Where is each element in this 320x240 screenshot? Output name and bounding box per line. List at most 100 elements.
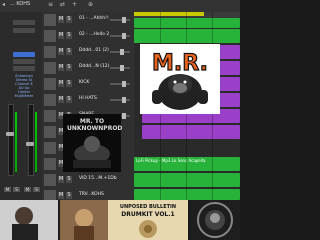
channel-fader-left[interactable] [8, 104, 14, 176]
track-name[interactable]: TRV...KOHS [79, 192, 104, 197]
list-icon[interactable]: ≡ [48, 1, 53, 9]
region-name: ... KOHS [10, 1, 31, 7]
unknownprod-emblem [197, 202, 233, 238]
solo-button[interactable]: S [66, 80, 72, 87]
mute-button[interactable]: M [58, 16, 64, 23]
track-name[interactable]: VID 15...M.+1Db [79, 176, 117, 181]
drumkit-title-2: DRUMKIT VOL.1 [121, 211, 175, 218]
plugin-list: Enhanced Stereo St Channel E AU Up Limit… [12, 74, 36, 98]
audio-region[interactable] [134, 173, 240, 187]
channel-fader-right[interactable] [28, 104, 34, 176]
track-name[interactable]: 02 - ...Hello 2 [79, 32, 109, 37]
audio-region[interactable] [134, 189, 240, 200]
track-icon [44, 142, 56, 154]
zoom-icon[interactable]: ⊕ [88, 1, 93, 9]
track-icon [44, 110, 56, 122]
fader-knob[interactable] [26, 142, 34, 146]
audio-region[interactable] [134, 29, 240, 43]
track-header[interactable]: M S HI HATS [42, 92, 134, 109]
mute-button[interactable]: M [58, 48, 64, 55]
solo-button[interactable]: S [66, 176, 72, 183]
mute-button[interactable]: M [58, 80, 64, 87]
track-icon [44, 126, 56, 138]
solo-button[interactable]: S [66, 64, 72, 71]
solo-button[interactable]: S [66, 192, 72, 199]
track-icon [44, 174, 56, 186]
track-icon [44, 190, 56, 200]
solo-button[interactable]: S [66, 32, 72, 39]
track-icon [44, 14, 56, 26]
mute-button[interactable]: M [58, 192, 64, 199]
mute-button[interactable]: M [24, 187, 31, 192]
track-volume[interactable] [110, 83, 130, 85]
plugin-slot[interactable] [13, 66, 35, 71]
drumkit-cover: UNPOSED BULLETIN DRUMKIT VOL.1 [108, 200, 188, 240]
track-icon [44, 30, 56, 42]
track-volume[interactable] [110, 35, 130, 37]
mute-button[interactable]: M [58, 96, 64, 103]
plugin-slot[interactable] [13, 59, 35, 64]
track-volume[interactable] [110, 19, 130, 21]
plugin-slot[interactable] [13, 28, 35, 33]
arrow-icon[interactable]: ◂ [2, 1, 5, 9]
plugin-slot[interactable] [13, 20, 35, 25]
level-meter [35, 112, 37, 172]
track-name[interactable]: KICK [79, 80, 89, 85]
plugin-slot-active[interactable] [13, 52, 35, 57]
mute-button[interactable]: M [58, 176, 64, 183]
unknownprod-badge [190, 200, 240, 240]
cycle-range[interactable] [134, 12, 204, 16]
logo-text: M.R. [152, 51, 208, 76]
track-name[interactable]: HI HATS [79, 96, 97, 101]
fader-knob[interactable] [6, 132, 14, 136]
track-name[interactable]: 01 - ...Ahhh!! [79, 16, 109, 21]
track-name[interactable]: Dddd...01 (2) [79, 48, 109, 53]
mr-gorilla-logo: M.R. [140, 44, 220, 114]
plugin-name[interactable]: MultiMeter [12, 94, 36, 98]
track-icon [44, 62, 56, 74]
artist-photo [0, 200, 58, 240]
track-header[interactable]: M S 02 - ...Hello 2 [42, 28, 134, 45]
solo-button[interactable]: S [66, 96, 72, 103]
volume-knob[interactable] [122, 97, 126, 103]
track-header[interactable]: M S TRV...KOHS [42, 188, 134, 200]
level-meter [15, 112, 17, 172]
track-header[interactable]: M S 01 - ...Ahhh!! [42, 12, 134, 29]
track-icon [44, 94, 56, 106]
track-volume[interactable] [110, 99, 130, 101]
add-track-icon[interactable]: + [72, 1, 77, 9]
track-icon [44, 78, 56, 90]
midi-region[interactable] [142, 125, 240, 139]
mute-button[interactable]: M [58, 64, 64, 71]
volume-knob[interactable] [120, 65, 124, 71]
track-name[interactable]: Dddd...N (12) [79, 64, 109, 69]
track-header[interactable]: M S Dddd...N (12) [42, 60, 134, 77]
inspector-panel: Enhanced Stereo St Channel E AU Up Limit… [0, 12, 43, 200]
catch-icon[interactable]: ⇄ [60, 1, 65, 9]
volume-knob[interactable] [120, 49, 124, 55]
volume-knob[interactable] [122, 81, 126, 87]
album-cover: MR. TO UNKNOWNPROD [63, 114, 122, 172]
region-label: LoFi Pickup - Mp3 Lo Sons Acapella [136, 158, 206, 163]
solo-button[interactable]: S [13, 187, 20, 192]
volume-knob[interactable] [122, 113, 126, 119]
track-icon [44, 158, 56, 170]
solo-button[interactable]: S [66, 48, 72, 55]
volume-knob[interactable] [122, 33, 126, 39]
track-header[interactable]: M S VID 15...M.+1Db [42, 172, 134, 189]
audio-region[interactable]: LoFi Pickup - Mp3 Lo Sons Acapella [134, 157, 240, 171]
mute-button[interactable]: M [58, 32, 64, 39]
mute-button[interactable]: M [4, 187, 11, 192]
solo-button[interactable]: S [66, 16, 72, 23]
audio-region[interactable] [134, 18, 240, 28]
artist-photo [60, 200, 108, 240]
solo-button[interactable]: S [33, 187, 40, 192]
volume-knob[interactable] [122, 17, 126, 23]
track-header[interactable]: M S Dddd...01 (2) [42, 44, 134, 61]
logic-window: ◂ ... KOHS ≡ ⇄ + ⊕ Enhanced Stereo St Ch… [0, 0, 240, 200]
track-header[interactable]: M S KICK [42, 76, 134, 93]
album-artwork [73, 136, 111, 168]
artist-photo-image [0, 200, 58, 240]
artist-photo-image [60, 200, 108, 240]
drumkit-title-1: UNPOSED BULLETIN [119, 204, 177, 210]
